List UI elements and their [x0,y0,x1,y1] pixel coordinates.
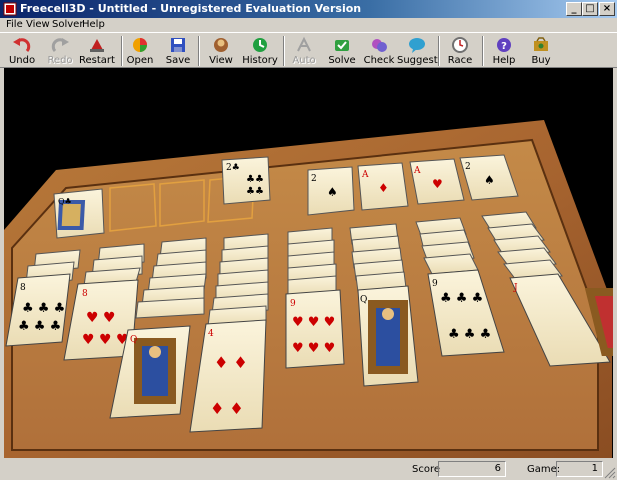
card-rank: Q [360,295,367,305]
solve-icon [335,40,349,51]
game-number-value: 1 [556,461,603,477]
card-rank: Q [130,335,137,345]
game-table[interactable]: Q♣ 2♣ ♣♣ ♣♣ 2 ♠ A ♦ A ♥ 2 ♠ 8 ♣ ♣ ♣ ♣ ♣ … [4,68,613,458]
club-pip-icon: ♣ ♣ ♣ [440,291,483,306]
window-title: Freecell3D - Untitled - Unregistered Eva… [20,2,362,15]
foundation-pile[interactable]: 2 ♠ [307,166,355,216]
card-rank: 9 [290,299,296,309]
menu-file[interactable]: File [6,19,23,30]
help-label: Help [492,55,516,66]
auto-label: Auto [292,55,316,66]
menu-help[interactable]: Help [82,19,105,30]
app-logo-icon [3,2,17,16]
view-label: View [209,55,233,66]
history-icon [253,38,267,52]
game-viewport[interactable]: Q♣ 2♣ ♣♣ ♣♣ 2 ♠ A ♦ A ♥ 2 ♠ 8 ♣ ♣ ♣ ♣ ♣ … [4,68,613,458]
diamond-pip-icon: ♦ [378,181,389,195]
undo-arrow-icon [13,38,31,53]
help-button[interactable]: ? Help [484,35,524,67]
redo-button[interactable]: Redo [40,35,80,67]
history-button[interactable]: History [240,35,280,67]
heart-pip-icon: ♥ [432,177,443,191]
app-window: Freecell3D - Untitled - Unregistered Eva… [0,0,617,480]
toolbar: Undo Redo Restart Open Save View History [0,32,617,68]
card-rank: 4 [208,329,214,339]
title-bar[interactable]: Freecell3D - Untitled - Unregistered Eva… [0,0,617,18]
solve-button[interactable]: Solve [322,35,362,67]
score-value: 6 [438,461,506,477]
auto-icon [297,36,311,52]
status-bar: Score 6 Game: 1 [0,459,617,480]
club-pip-icon: ♣ ♣ ♣ [22,301,65,316]
menu-solver[interactable]: Solver [52,19,83,30]
resize-grip-icon[interactable] [604,467,616,479]
club-pip-icon: ♣♣ [246,186,264,197]
buy-label: Buy [531,55,551,66]
foundation-rank: 2 [465,162,471,172]
race-button[interactable]: Race [440,35,480,67]
suggest-icon [409,38,425,53]
club-pip-icon: ♣ ♣ ♣ [448,327,491,342]
foundation-rank: 2 [311,174,317,184]
suggest-button[interactable]: Suggest [397,35,438,67]
restart-button[interactable]: Restart [77,35,117,67]
view-icon [214,38,228,52]
save-label: Save [165,55,191,66]
check-label: Check [363,55,395,66]
club-pip-icon: ♣ ♣ ♣ [18,319,61,334]
undo-label: Undo [8,55,36,66]
spade-pip-icon: ♠ [484,173,495,187]
open-icon [133,38,147,52]
history-label: History [242,55,278,66]
card-rank: 8 [82,289,88,299]
foundation-rank: A [413,166,421,176]
heart-pip-icon: ♥ ♥ [86,310,116,326]
foundation-rank: A [361,170,369,180]
diamond-pip-icon: ♦ ♦ [214,353,248,372]
buy-icon [534,37,548,51]
race-label: Race [447,55,473,66]
save-disk-icon [171,38,185,52]
view-button[interactable]: View [201,35,241,67]
help-icon: ? [497,38,511,52]
check-icon [372,39,387,52]
spade-pip-icon: ♠ [327,185,338,199]
minimize-button[interactable]: _ [566,2,582,16]
race-clock-icon [452,37,468,53]
foundation-pile[interactable]: A ♥ [409,158,465,205]
free-cell-card-label: 2♣ [226,163,240,173]
score-label: Score [412,464,441,475]
free-cell-card-label: Q♣ [58,197,72,206]
open-label: Open [126,55,154,66]
menu-bar: File View Solver Help [0,18,617,32]
check-button[interactable]: Check [359,35,399,67]
restart-label: Restart [79,55,115,66]
card-rank: 9 [432,279,438,289]
solve-label: Solve [328,55,356,66]
suggest-label: Suggest [397,55,438,66]
foundation-pile[interactable]: A ♦ [357,162,409,211]
club-pip-icon: ♣♣ [246,174,264,185]
heart-pip-icon: ♥ ♥ ♥ [292,315,335,330]
heart-pip-icon: ♥ ♥ ♥ [292,341,335,356]
auto-button[interactable]: Auto [284,35,324,67]
open-button[interactable]: Open [120,35,160,67]
restart-icon [90,39,104,52]
menu-view[interactable]: View [26,19,50,30]
toolbar-separator [198,36,200,66]
redo-arrow-icon [51,38,69,53]
maximize-button[interactable]: □ [582,2,598,16]
close-button[interactable]: × [599,2,615,16]
free-cell[interactable]: Q♣ [53,188,105,239]
card-rank: J [513,283,518,293]
save-button[interactable]: Save [158,35,198,67]
heart-pip-icon: ♥ ♥ ♥ [82,332,129,348]
card-rank: 8 [20,283,26,293]
diamond-pip-icon: ♦ ♦ [210,399,244,418]
redo-label: Redo [47,55,73,66]
undo-button[interactable]: Undo [2,35,42,67]
free-cell[interactable]: 2♣ ♣♣ ♣♣ [221,156,271,205]
svg-text:?: ? [501,41,507,52]
buy-button[interactable]: Buy [521,35,561,67]
